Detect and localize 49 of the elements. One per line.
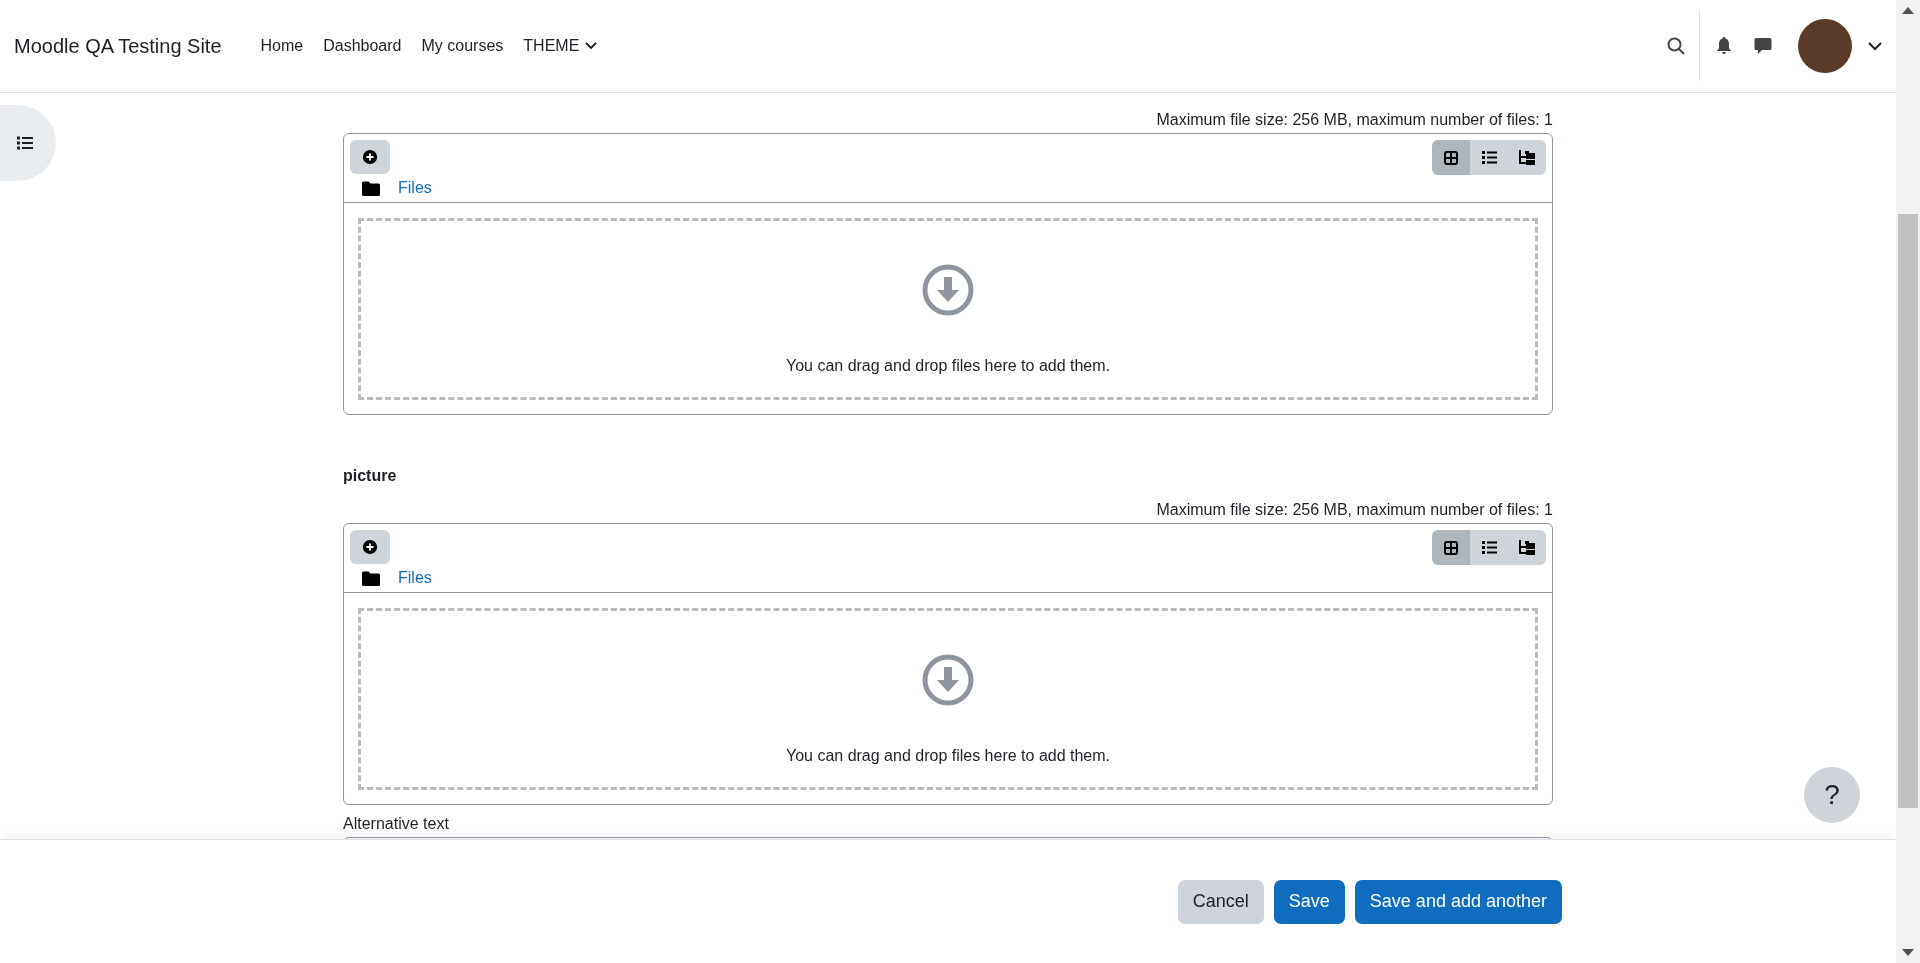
folder-link[interactable]: Files: [398, 569, 432, 587]
nav-link[interactable]: My courses: [412, 29, 513, 63]
download-icon: [921, 263, 975, 317]
view-toggle-button[interactable]: [1432, 530, 1470, 565]
view-toggle-button[interactable]: [1508, 140, 1546, 175]
list-icon: [1481, 151, 1497, 164]
avatar-image[interactable]: [1798, 19, 1852, 73]
grid-icon: [1444, 540, 1458, 555]
bell-icon[interactable]: [1716, 37, 1732, 55]
primary-button[interactable]: Save: [1273, 879, 1345, 924]
chat-icon[interactable]: [1754, 37, 1772, 55]
plus-circle-icon: [362, 539, 378, 555]
scrollbar[interactable]: [1896, 0, 1920, 963]
view-toggle-button[interactable]: [1432, 140, 1470, 175]
view-toggle-button[interactable]: [1470, 140, 1508, 175]
drawer-toggle-button[interactable]: [0, 105, 56, 181]
help-button[interactable]: ?: [1804, 767, 1860, 823]
add-file-button[interactable]: [350, 140, 390, 174]
add-file-button[interactable]: [350, 530, 390, 564]
folder-icon: [362, 180, 380, 196]
tree-icon: [1519, 150, 1535, 165]
field-label: picture: [343, 467, 398, 485]
view-toggle-button[interactable]: [1508, 530, 1546, 565]
nav-link[interactable]: THEME: [514, 29, 607, 63]
search-icon[interactable]: [1667, 37, 1685, 55]
secondary-button[interactable]: Cancel: [1177, 879, 1264, 924]
grid-icon: [1444, 150, 1458, 165]
primary-button[interactable]: Save and add another: [1354, 879, 1562, 924]
tree-icon: [1519, 540, 1535, 555]
nav-link[interactable]: Dashboard: [314, 29, 411, 63]
field-label: Alternative text: [343, 815, 450, 833]
drop-zone-text: You can drag and drop files here to add them.: [785, 357, 1111, 375]
drop-zone-text: You can drag and drop files here to add them.: [785, 747, 1111, 765]
download-icon: [921, 653, 975, 707]
folder-link[interactable]: Files: [398, 179, 432, 197]
list-icon: [1481, 541, 1497, 554]
nav-link[interactable]: Home: [251, 29, 313, 63]
plus-circle-icon: [362, 149, 378, 165]
view-toggle-button[interactable]: [1470, 530, 1508, 565]
drop-zone[interactable]: You can drag and drop files here to add them.: [358, 608, 1538, 790]
file-limits-text: Maximum file size: 256 MB, maximum number of files: 1: [1155, 501, 1553, 519]
arrow-down-icon[interactable]: [1902, 949, 1914, 957]
list-icon: [17, 136, 33, 150]
file-limits-text: Maximum file size: 256 MB, maximum number of files: 1: [1155, 111, 1553, 129]
site-name[interactable]: Moodle QA Testing Site: [14, 34, 222, 58]
folder-icon: [362, 570, 380, 586]
caret-icon[interactable]: [1868, 41, 1882, 51]
drop-zone[interactable]: You can drag and drop files here to add them.: [358, 218, 1538, 400]
arrow-up-icon[interactable]: [1902, 6, 1914, 14]
